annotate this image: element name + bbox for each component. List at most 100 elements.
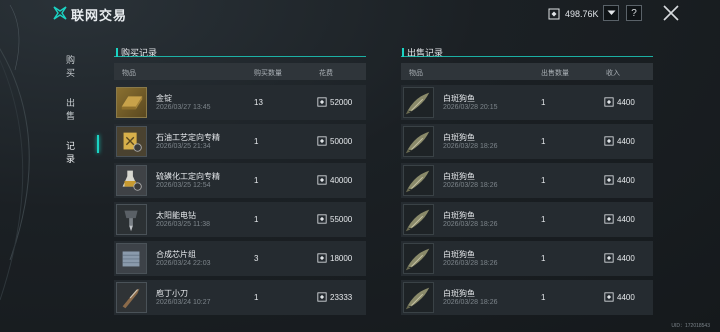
sell-records-title-label: 出售记录: [407, 48, 444, 58]
header-cost: 花费: [319, 70, 333, 77]
record-price: 18000: [317, 253, 352, 263]
income-value: 4400: [617, 253, 635, 263]
record-date: 2026/03/28 18:26: [443, 299, 498, 306]
item-name: 白斑狗鱼: [443, 211, 475, 220]
record-price: 23333: [317, 292, 352, 302]
currency-icon: [604, 253, 614, 263]
record-date: 2026/03/28 18:26: [443, 221, 498, 228]
knife-icon: [116, 282, 147, 313]
help-button[interactable]: ?: [626, 5, 642, 21]
sell-record-row[interactable]: 白斑狗鱼 2026/03/28 20:15 1 4400: [401, 85, 653, 120]
header-income: 收入: [606, 70, 620, 77]
pike-fish-icon: [403, 282, 434, 313]
buy-record-row[interactable]: 太阳能电钻 2026/03/25 11:38 1 55000: [114, 202, 366, 237]
currency-icon: [317, 292, 327, 302]
chipset-icon: [116, 243, 147, 274]
record-date: 2026/03/25 12:54: [156, 182, 211, 189]
record-price: 55000: [317, 214, 352, 224]
network-trade-logo-icon: [53, 6, 67, 20]
chemical-blueprint-icon: [116, 165, 147, 196]
currency-icon: [604, 136, 614, 146]
nav-item-sell[interactable]: 出售: [66, 96, 75, 122]
income-value: 4400: [617, 97, 635, 107]
section-divider: [401, 56, 653, 57]
record-price: 50000: [317, 136, 352, 146]
record-income: 4400: [604, 253, 635, 263]
item-name: 白斑狗鱼: [443, 250, 475, 259]
item-name: 硫磺化工定向专精: [156, 172, 220, 181]
record-qty: 1: [541, 293, 546, 302]
buy-table-header: 物品 购买数量 花费: [114, 63, 366, 80]
record-income: 4400: [604, 97, 635, 107]
pike-fish-icon: [403, 243, 434, 274]
sell-record-row[interactable]: 白斑狗鱼 2026/03/28 18:26 1 4400: [401, 124, 653, 159]
record-date: 2026/03/28 18:26: [443, 260, 498, 267]
record-qty: 13: [254, 98, 263, 107]
sell-record-row[interactable]: 白斑狗鱼 2026/03/28 18:26 1 4400: [401, 163, 653, 198]
buy-record-row[interactable]: 金锭 2026/03/27 13:45 13 52000: [114, 85, 366, 120]
header-qty: 出售数量: [541, 70, 569, 77]
currency-icon: [317, 97, 327, 107]
record-date: 2026/03/28 20:15: [443, 104, 498, 111]
currency-icon: [604, 214, 614, 224]
nav-active-indicator: [97, 135, 99, 153]
price-value: 52000: [330, 97, 353, 107]
record-date: 2026/03/24 10:27: [156, 299, 211, 306]
price-value: 18000: [330, 253, 353, 263]
sell-record-row[interactable]: 白斑狗鱼 2026/03/28 18:26 1 4400: [401, 241, 653, 276]
chevron-down-icon: [607, 10, 615, 15]
price-value: 40000: [330, 175, 353, 185]
currency-icon: [317, 214, 327, 224]
app-title: 联网交易: [71, 8, 128, 23]
solar-drill-icon: [116, 204, 147, 235]
pike-fish-icon: [403, 204, 434, 235]
currency-icon: [604, 175, 614, 185]
record-date: 2026/03/25 21:34: [156, 143, 211, 150]
record-income: 4400: [604, 292, 635, 302]
currency-icon: [604, 97, 614, 107]
record-income: 4400: [604, 175, 635, 185]
record-qty: 1: [541, 215, 546, 224]
sell-table-header: 物品 出售数量 收入: [401, 63, 653, 80]
currency-icon: [317, 253, 327, 263]
record-qty: 1: [541, 98, 546, 107]
buy-record-row[interactable]: 庖丁小刀 2026/03/24 10:27 1 23333: [114, 280, 366, 315]
item-name: 石油工艺定向专精: [156, 133, 220, 142]
close-icon[interactable]: [661, 3, 681, 23]
price-value: 50000: [330, 136, 353, 146]
record-price: 52000: [317, 97, 352, 107]
record-price: 40000: [317, 175, 352, 185]
nav-item-buy[interactable]: 购买: [66, 53, 75, 79]
item-name: 金锭: [156, 94, 172, 103]
item-name: 白斑狗鱼: [443, 289, 475, 298]
buy-record-row[interactable]: 硫磺化工定向专精 2026/03/25 12:54 1 40000: [114, 163, 366, 198]
decorative-arcs: [0, 4, 30, 301]
item-name: 白斑狗鱼: [443, 133, 475, 142]
record-qty: 1: [541, 176, 546, 185]
currency-amount: 498.76K: [565, 9, 599, 19]
record-qty: 1: [541, 137, 546, 146]
record-qty: 1: [541, 254, 546, 263]
record-date: 2026/03/28 18:26: [443, 143, 498, 150]
record-qty: 1: [254, 137, 259, 146]
record-date: 2026/03/25 11:38: [156, 221, 210, 228]
buy-record-row[interactable]: 合成芯片组 2026/03/24 22:03 3 18000: [114, 241, 366, 276]
item-name: 太阳能电钻: [156, 211, 196, 220]
sell-records-title: 出售记录: [402, 46, 443, 59]
record-qty: 1: [254, 215, 259, 224]
price-value: 55000: [330, 214, 353, 224]
income-value: 4400: [617, 136, 635, 146]
currency-dropdown-button[interactable]: [603, 5, 619, 21]
sell-record-row[interactable]: 白斑狗鱼 2026/03/28 18:26 1 4400: [401, 202, 653, 237]
item-name: 合成芯片组: [156, 250, 196, 259]
currency-icon: [317, 175, 327, 185]
buy-records-title: 购买记录: [116, 46, 157, 59]
nav-item-records[interactable]: 记录: [66, 139, 75, 165]
record-date: 2026/03/24 22:03: [156, 260, 211, 267]
income-value: 4400: [617, 214, 635, 224]
sell-record-row[interactable]: 白斑狗鱼 2026/03/28 18:26 1 4400: [401, 280, 653, 315]
buy-record-row[interactable]: 石油工艺定向专精 2026/03/25 21:34 1 50000: [114, 124, 366, 159]
pike-fish-icon: [403, 87, 434, 118]
header-item: 物品: [409, 70, 423, 77]
buy-records-title-label: 购买记录: [121, 48, 158, 58]
